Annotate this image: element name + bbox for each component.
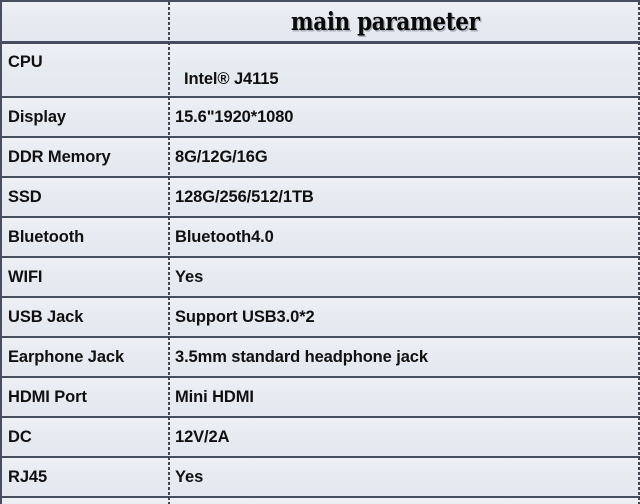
- row-label: SSD: [8, 187, 42, 206]
- row-value: Intel® J4115: [184, 70, 279, 88]
- row-label: DDR Memory: [8, 147, 111, 166]
- row-value: 12V/2A: [175, 427, 230, 446]
- table-title: main parameter: [291, 7, 480, 36]
- table-row: USB Jack Support USB3.0*2: [2, 298, 640, 338]
- table-row: Earphone Jack 3.5mm standard headphone j…: [2, 338, 640, 378]
- row-label: Display: [8, 107, 66, 126]
- table-title-row: main parameter: [2, 2, 640, 44]
- row-label: HDMI Port: [8, 387, 87, 406]
- column-divider: [168, 2, 170, 504]
- table-row-empty: [2, 498, 640, 504]
- row-value: Yes: [175, 467, 204, 486]
- table-row: RJ45 Yes: [2, 458, 640, 498]
- row-value: 3.5mm standard headphone jack: [175, 347, 428, 366]
- row-value: 128G/256/512/1TB: [175, 187, 314, 206]
- table-row: HDMI Port Mini HDMI: [2, 378, 640, 418]
- row-value: 15.6"1920*1080: [175, 107, 294, 126]
- row-label: USB Jack: [8, 307, 84, 326]
- row-value: Yes: [175, 267, 204, 286]
- table-row: DDR Memory 8G/12G/16G: [2, 138, 640, 178]
- row-label: DC: [8, 427, 32, 446]
- row-label: RJ45: [8, 467, 48, 486]
- row-value: Mini HDMI: [175, 387, 254, 406]
- row-value: 8G/12G/16G: [175, 147, 268, 166]
- table-row: WIFI Yes: [2, 258, 640, 298]
- row-label: WIFI: [8, 267, 43, 286]
- table-row: Display 15.6"1920*1080: [2, 98, 640, 138]
- table-row: Bluetooth Bluetooth4.0: [2, 218, 640, 258]
- row-value: Support USB3.0*2: [175, 307, 315, 326]
- row-label: CPU: [8, 53, 43, 71]
- main-parameter-table: main parameter CPU Intel® J4115 Display …: [0, 0, 640, 504]
- table-row: DC 12V/2A: [2, 418, 640, 458]
- row-value: Bluetooth4.0: [175, 227, 274, 246]
- row-label: Earphone Jack: [8, 347, 125, 366]
- table-row: SSD 128G/256/512/1TB: [2, 178, 640, 218]
- table-row: CPU Intel® J4115: [2, 44, 640, 98]
- row-label: Bluetooth: [8, 227, 85, 246]
